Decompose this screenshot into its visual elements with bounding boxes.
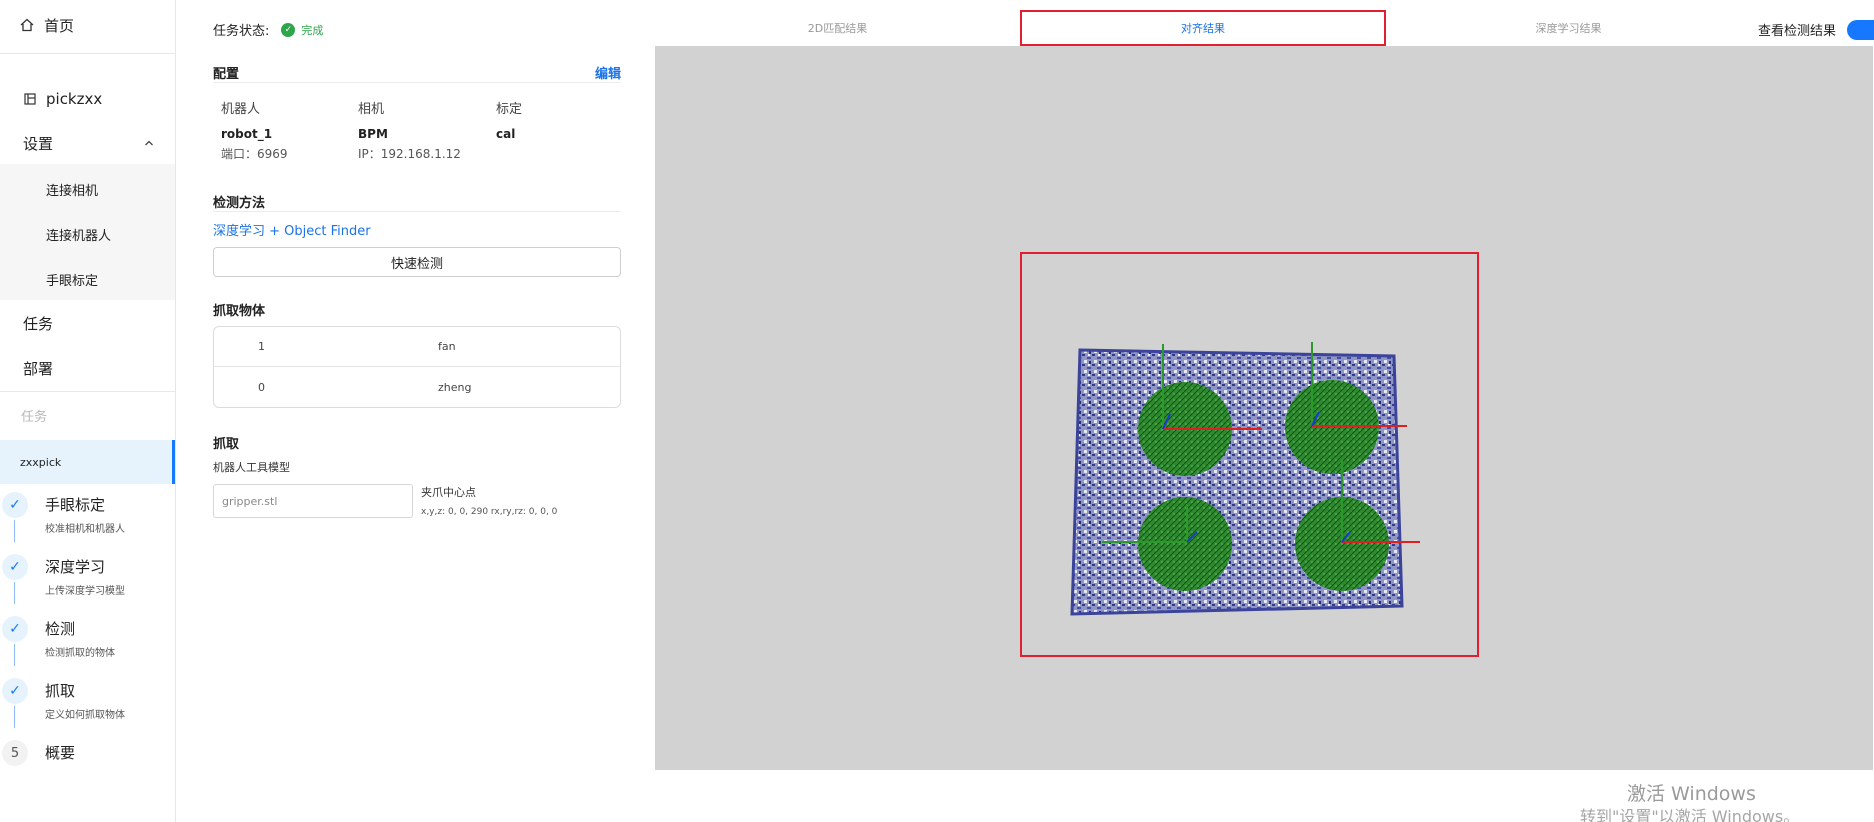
activation-watermark-text: 转到"设置"以激活 Windows。: [1580, 807, 1800, 822]
selection-box: [1020, 252, 1479, 657]
step-title: 手眼标定: [45, 496, 106, 514]
task-status-value: 完成: [301, 23, 324, 37]
home-icon: [20, 18, 34, 32]
sidebar-item-hand-eye[interactable]: 手眼标定: [0, 266, 175, 292]
nav-project-label: pickzxx: [46, 90, 103, 108]
table-row[interactable]: 0 zheng: [214, 367, 620, 407]
object-id: 1: [258, 340, 265, 353]
tab-2d-match[interactable]: 2D匹配结果: [655, 10, 1020, 46]
detect-method-link[interactable]: 深度学习 + Object Finder: [213, 220, 371, 239]
nav-settings[interactable]: 设置: [0, 130, 175, 156]
step-connector: [14, 644, 15, 666]
object-id: 0: [258, 380, 265, 394]
step-connector: [14, 706, 15, 728]
step-detect[interactable]: ✓ 检测 检测抓取的物体: [0, 616, 175, 678]
point-cloud-render: [1070, 342, 1420, 616]
viewer-tabs: 2D匹配结果 对齐结果 深度学习结果: [655, 10, 1874, 46]
config-value: BPM: [358, 127, 388, 141]
active-task-label: zxxpick: [20, 455, 62, 469]
step-grab[interactable]: ✓ 抓取 定义如何抓取物体: [0, 678, 175, 740]
sidebar-item-label: 连接机器人: [46, 228, 112, 244]
step-hand-eye[interactable]: ✓ 手眼标定 校准相机和机器人: [0, 492, 175, 554]
divider: [213, 82, 621, 83]
nav-deploy-label: 部署: [23, 359, 54, 378]
config-sub: 端口：6969: [221, 147, 288, 161]
toggle-label: 查看检测结果: [1758, 24, 1837, 39]
step-desc: 检测抓取的物体: [45, 648, 115, 659]
nav-project[interactable]: pickzxx: [0, 86, 175, 112]
activation-watermark-title: 激活 Windows: [1627, 783, 1756, 805]
sidebar: 首页 pickzxx 设置 连接相机 连接机器人 手眼标定 任务 部署 任务 z…: [0, 0, 176, 822]
config-camera: 相机 BPM IP：192.168.1.12: [358, 98, 488, 162]
task-section-header: 任务: [0, 402, 175, 428]
config-robot: 机器人 robot_1 端口：6969: [221, 98, 351, 162]
step-number: 5: [2, 740, 28, 766]
step-title: 深度学习: [45, 558, 106, 576]
config-calibration: 标定 cal: [496, 98, 626, 141]
sidebar-item-label: 手眼标定: [46, 273, 99, 289]
app-root: 首页 pickzxx 设置 连接相机 连接机器人 手眼标定 任务 部署 任务 z…: [0, 0, 1874, 822]
gripper-center-label: 夹爪中心点: [421, 486, 476, 499]
objects-table: 1 fan 0 zheng: [213, 326, 621, 408]
nav-home[interactable]: 首页: [0, 12, 175, 38]
detect-title: 检测方法: [213, 196, 266, 211]
detected-object: [1138, 497, 1232, 591]
config-sub: IP：192.168.1.12: [358, 147, 461, 161]
step-deep-learning[interactable]: ✓ 深度学习 上传深度学习模型: [0, 554, 175, 616]
object-name: fan: [438, 340, 456, 353]
project-icon: [24, 93, 36, 105]
sidebar-item-active-task[interactable]: zxxpick: [0, 440, 175, 484]
check-icon: ✓: [2, 554, 28, 580]
check-icon: ✓: [2, 678, 28, 704]
task-status-label: 任务状态:: [213, 24, 270, 39]
nav-deploy[interactable]: 部署: [0, 355, 175, 381]
step-desc: 上传深度学习模型: [45, 586, 125, 597]
tool-model-label: 机器人工具模型: [213, 461, 290, 474]
config-title: 配置: [213, 67, 240, 82]
chevron-up-icon: [145, 140, 153, 146]
nav-task[interactable]: 任务: [0, 310, 175, 336]
task-detail-panel: 任务状态: ✓ 完成 配置 编辑 机器人 robot_1 端口：6969 相机 …: [213, 0, 623, 822]
step-title: 检测: [45, 620, 76, 638]
gripper-center-value: x,y,z: 0, 0, 290 rx,ry,rz: 0, 0, 0: [421, 507, 558, 517]
step-desc: 定义如何抓取物体: [45, 710, 125, 721]
step-title: 概要: [45, 744, 76, 762]
table-row[interactable]: 1 fan: [214, 327, 620, 367]
quick-detect-button[interactable]: 快速检测: [213, 247, 621, 277]
point-cloud-viewer[interactable]: [655, 46, 1873, 770]
sidebar-item-connect-robot[interactable]: 连接机器人: [0, 221, 175, 247]
step-summary[interactable]: 5 概要: [0, 740, 175, 802]
sidebar-item-label: 连接相机: [46, 183, 99, 199]
config-head: 标定: [496, 102, 523, 117]
config-value: robot_1: [221, 127, 273, 141]
config-value: cal: [496, 127, 516, 141]
object-name: zheng: [438, 380, 472, 394]
sidebar-item-connect-camera[interactable]: 连接相机: [0, 176, 175, 202]
step-desc: 校准相机和机器人: [45, 524, 125, 535]
task-status: 任务状态: ✓ 完成: [213, 20, 323, 39]
success-icon: ✓: [281, 22, 296, 37]
config-head: 相机: [358, 102, 385, 117]
task-section-label: 任务: [21, 409, 48, 425]
step-connector: [14, 582, 15, 604]
check-icon: ✓: [2, 616, 28, 642]
nav-settings-label: 设置: [23, 134, 54, 153]
step-title: 抓取: [45, 682, 76, 700]
nav-task-label: 任务: [23, 314, 54, 333]
check-icon: ✓: [2, 492, 28, 518]
divider: [0, 391, 175, 392]
tab-deep-learning[interactable]: 深度学习结果: [1386, 10, 1751, 46]
nav-home-label: 首页: [44, 16, 75, 35]
step-connector: [14, 520, 15, 542]
divider: [213, 211, 621, 212]
grab-title: 抓取: [213, 437, 240, 452]
tool-model-input[interactable]: gripper.stl: [213, 484, 413, 518]
show-results-toggle[interactable]: [1847, 20, 1874, 40]
divider: [0, 53, 175, 54]
tab-alignment[interactable]: 对齐结果: [1020, 10, 1386, 46]
objects-title: 抓取物体: [213, 304, 266, 319]
edit-link[interactable]: 编辑: [595, 63, 621, 82]
config-head: 机器人: [221, 102, 261, 117]
